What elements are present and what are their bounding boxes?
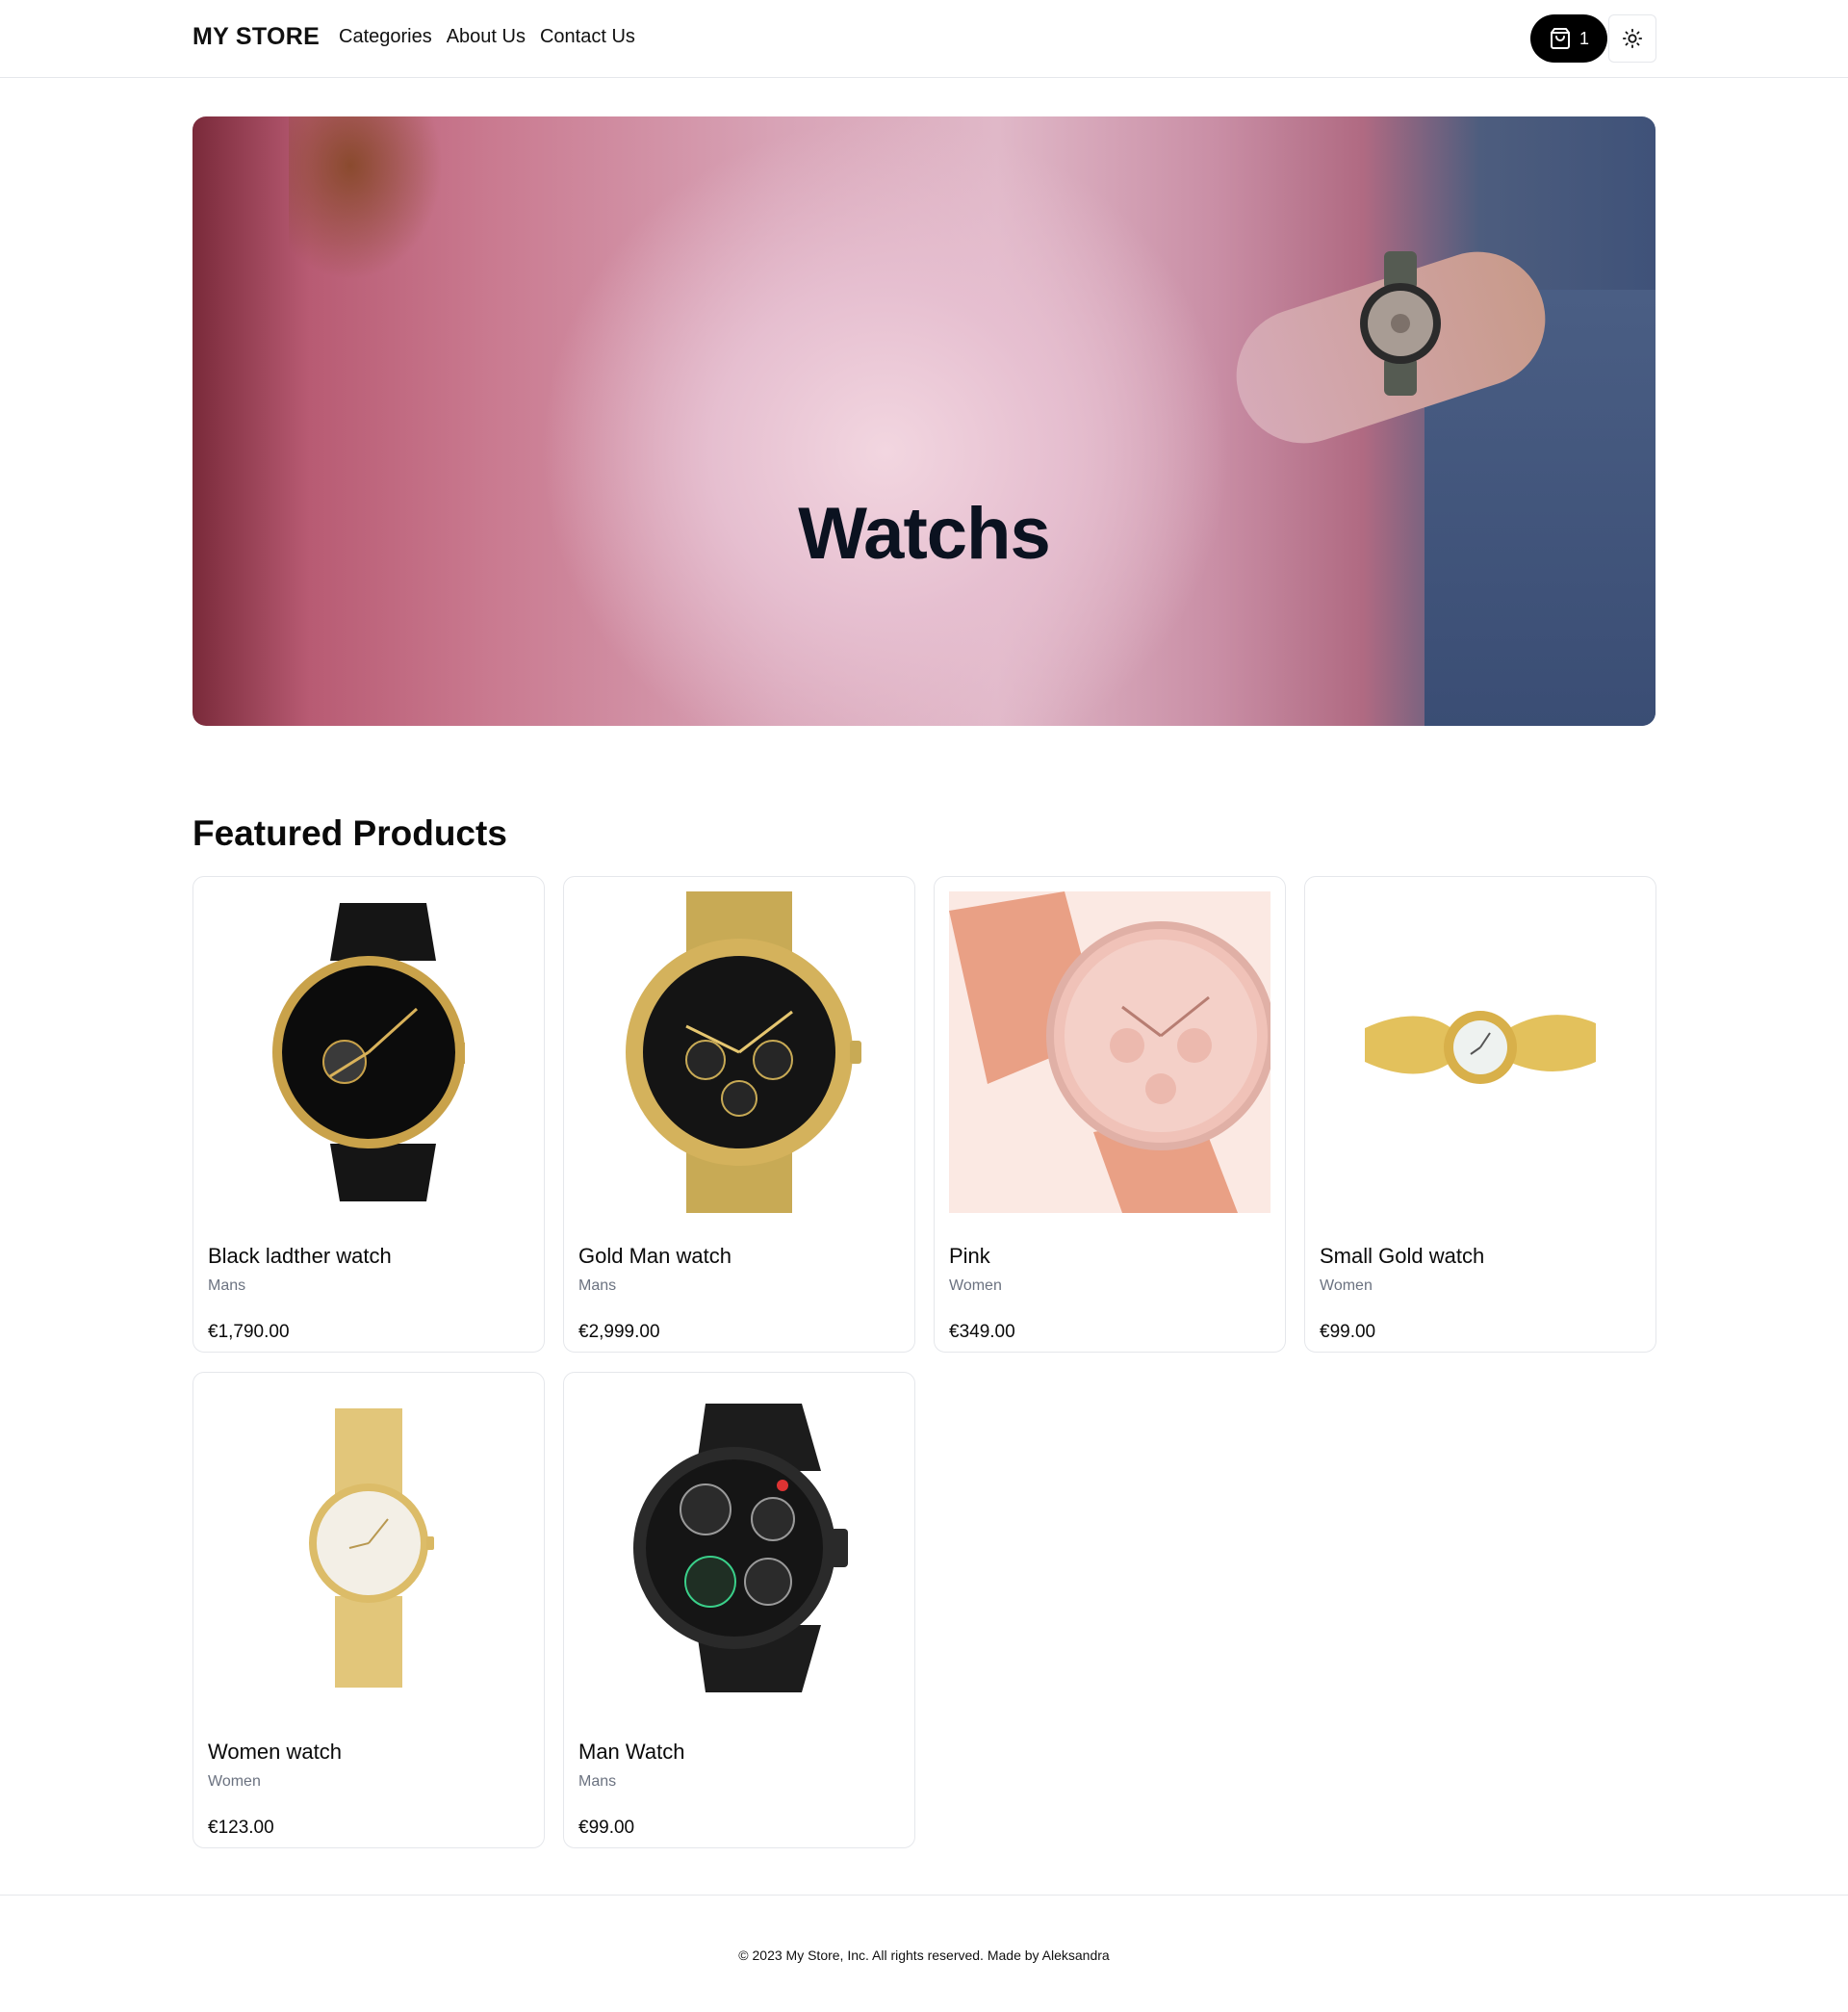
site-footer: © 2023 My Store, Inc. All rights reserve… xyxy=(0,1895,1848,2012)
product-image xyxy=(208,1387,529,1709)
product-card[interactable]: Black ladther watch Mans €1,790.00 xyxy=(192,876,545,1353)
product-name: Man Watch xyxy=(578,1740,685,1764)
product-category: Mans xyxy=(578,1773,617,1790)
product-price: €349.00 xyxy=(949,1322,1015,1342)
hero-banner: Watchs xyxy=(192,116,1656,726)
product-price: €1,790.00 xyxy=(208,1322,290,1342)
black-leather-watch-image xyxy=(272,903,465,1201)
product-image xyxy=(578,891,900,1213)
shopping-bag-icon xyxy=(1550,28,1570,49)
nav-contact-us[interactable]: Contact Us xyxy=(540,26,635,48)
sun-icon xyxy=(1622,28,1643,49)
product-card[interactable]: Small Gold watch Women €99.00 xyxy=(1304,876,1656,1353)
product-category: Women xyxy=(208,1773,261,1790)
product-card[interactable]: Man Watch Mans €99.00 xyxy=(563,1372,915,1848)
hero-image-shirt xyxy=(539,116,1232,726)
gold-man-watch-image xyxy=(626,891,861,1213)
product-category: Mans xyxy=(578,1277,617,1294)
product-name: Pink xyxy=(949,1244,990,1268)
nav-about-us[interactable]: About Us xyxy=(447,26,526,48)
featured-products-title: Featured Products xyxy=(192,813,507,853)
product-category: Women xyxy=(949,1277,1002,1294)
product-image xyxy=(1320,891,1641,1213)
product-name: Small Gold watch xyxy=(1320,1244,1485,1268)
store-logo[interactable]: MY STORE xyxy=(192,23,320,51)
product-price: €123.00 xyxy=(208,1818,274,1838)
product-name: Gold Man watch xyxy=(578,1244,732,1268)
small-gold-watch-image xyxy=(1365,1011,1596,1084)
hero-image-hair xyxy=(289,116,443,280)
hero-watch-image xyxy=(1360,251,1441,396)
main-nav: Categories About Us Contact Us xyxy=(339,26,635,48)
nav-categories[interactable]: Categories xyxy=(339,26,432,48)
product-category: Mans xyxy=(208,1277,246,1294)
site-header: MY STORE Categories About Us Contact Us … xyxy=(0,0,1848,78)
footer-copyright: © 2023 My Store, Inc. All rights reserve… xyxy=(738,1948,1110,1963)
cart-count: 1 xyxy=(1578,28,1589,48)
product-card[interactable]: Gold Man watch Mans €2,999.00 xyxy=(563,876,915,1353)
product-category: Women xyxy=(1320,1277,1373,1294)
theme-toggle-button[interactable] xyxy=(1608,14,1656,63)
product-price: €99.00 xyxy=(578,1818,635,1838)
product-card[interactable]: Women watch Women €123.00 xyxy=(192,1372,545,1848)
product-price: €99.00 xyxy=(1320,1322,1376,1342)
man-watch-image xyxy=(633,1404,848,1692)
product-image xyxy=(949,891,1270,1213)
product-image xyxy=(578,1387,900,1709)
product-name: Black ladther watch xyxy=(208,1244,392,1268)
hero-title: Watchs xyxy=(798,493,1050,575)
product-price: €2,999.00 xyxy=(578,1322,660,1342)
product-image xyxy=(208,891,529,1213)
cart-button[interactable]: 1 xyxy=(1530,14,1607,63)
pink-watch-image xyxy=(949,891,1270,1213)
product-name: Women watch xyxy=(208,1740,342,1764)
women-watch-image xyxy=(309,1408,434,1688)
product-card[interactable]: Pink Women €349.00 xyxy=(934,876,1286,1353)
